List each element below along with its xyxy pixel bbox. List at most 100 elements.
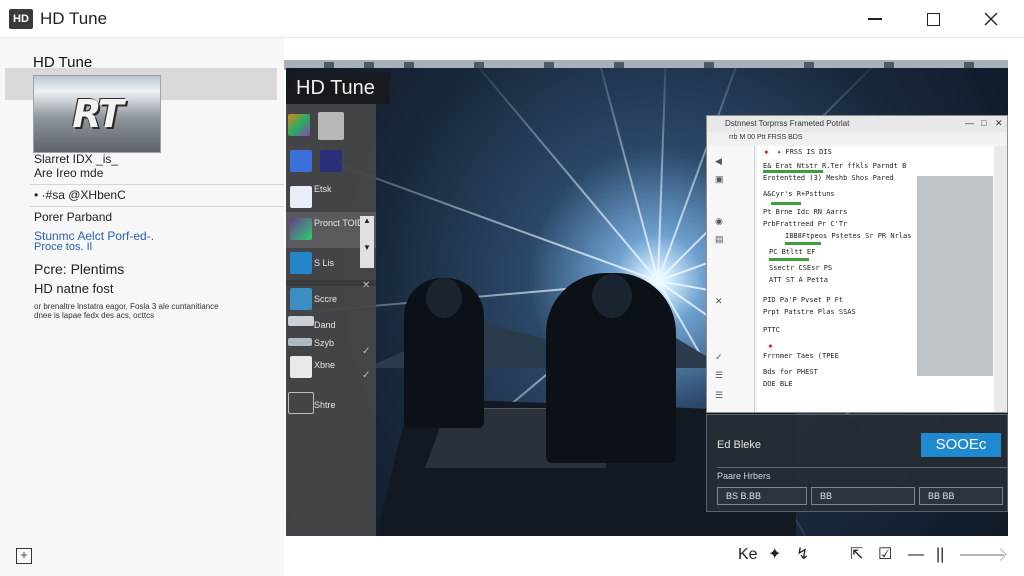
- maximize-icon[interactable]: □: [981, 118, 986, 128]
- arrow-icon[interactable]: ◀: [715, 156, 722, 167]
- divider: [30, 184, 284, 185]
- panel-field[interactable]: BS B.BB: [717, 487, 807, 505]
- close-icon[interactable]: ✕: [715, 296, 723, 307]
- code-line: ATT ST A Petta: [769, 276, 829, 284]
- check-icon: ✓: [362, 346, 371, 357]
- code-line: ✦ FRSS IS DIS: [777, 148, 832, 156]
- progress-bar: [771, 202, 801, 205]
- palette-icon: [290, 288, 312, 310]
- close-icon[interactable]: ✕: [362, 280, 370, 291]
- info-line: Are Ireo mde: [34, 166, 104, 180]
- tool-palette: Etsk Pronct TOID S Lis Sccre Dand Szyb X…: [286, 104, 376, 536]
- app-logo: RT: [33, 75, 161, 153]
- description-text: or brenaltre lnstatra eagor, Fosla 3 ale…: [34, 302, 219, 320]
- sparkle-icon[interactable]: ✦: [768, 545, 781, 565]
- palette-icon: [290, 150, 312, 172]
- palette-label: S Lis: [314, 258, 335, 268]
- info-line: Porer Parband: [34, 210, 113, 224]
- folder-icon[interactable]: ▤: [715, 234, 724, 245]
- title-bar: HD HD Tune: [0, 0, 1024, 38]
- logo-text: RT: [72, 92, 124, 136]
- palette-icon: [288, 114, 310, 136]
- code-line: PC Btltt EF: [769, 248, 816, 256]
- inner-scrollbar[interactable]: [995, 146, 1007, 412]
- progress-bar: [763, 170, 823, 173]
- close-icon[interactable]: ✕: [995, 118, 1003, 129]
- inner-preview-panel: [917, 176, 993, 376]
- close-icon: [984, 12, 998, 26]
- palette-icon: [290, 252, 312, 274]
- forward-arrow-icon[interactable]: [960, 554, 1004, 556]
- palette-icon: [290, 186, 312, 208]
- app-icon: HD: [9, 9, 33, 29]
- minimize-icon[interactable]: —: [965, 118, 974, 128]
- palette-label: Xbne: [314, 360, 336, 370]
- progress-bar: [785, 242, 821, 245]
- minimize-button[interactable]: [846, 0, 904, 38]
- check-icon: ✓: [362, 370, 371, 381]
- info-line: Slarret IDX _is_: [34, 152, 119, 166]
- list-icon[interactable]: ☰: [715, 390, 723, 401]
- maximize-icon: [926, 12, 940, 26]
- progress-bar: [769, 258, 809, 261]
- list-icon[interactable]: ☰: [715, 370, 723, 381]
- inner-menu-bar[interactable]: rrb M 00 Ptt FRSS BDS: [707, 132, 1007, 144]
- inner-sidebar: ◀ ▣ ◉ ▤ ✕ ✓ ☰ ☰: [707, 146, 755, 412]
- palette-label: Szyb: [314, 338, 335, 348]
- tool-icon[interactable]: Ke: [738, 545, 758, 565]
- minimize-icon: [868, 18, 882, 20]
- palette-label: Dand: [314, 320, 336, 330]
- check-icon[interactable]: ✓: [715, 352, 723, 363]
- scene-title: HD Tune: [288, 72, 390, 104]
- bolt-icon[interactable]: ↯: [796, 545, 809, 565]
- inner-window: Dstnnest Torprrss Frameted Potrlat — □ ✕…: [706, 115, 1008, 413]
- palette-scrollbar[interactable]: ▲ ▼: [360, 216, 374, 268]
- palette-icon: [288, 392, 314, 414]
- info-line: • ·#sa @XHbenC: [34, 188, 126, 202]
- code-line: Frrnmer Taes (TPEE: [763, 352, 839, 360]
- action-panel: Ed Bleke SOOEc Paare Hrbers BS B.BB BB B…: [706, 414, 1008, 512]
- folder-icon[interactable]: ▣: [715, 174, 724, 185]
- inner-window-title: Dstnnest Torprrss Frameted Potrlat: [707, 116, 1007, 132]
- palette-label: Sccre: [314, 294, 338, 304]
- primary-button[interactable]: SOOEc: [921, 433, 1001, 457]
- window-title: HD Tune: [40, 9, 108, 28]
- info-link[interactable]: Proce tos. Il: [34, 241, 92, 253]
- palette-icon: [320, 150, 342, 172]
- palette-icon: [288, 338, 312, 346]
- palette-icon: [318, 112, 344, 140]
- checkbox-icon[interactable]: ☑: [878, 545, 892, 565]
- close-button[interactable]: [962, 0, 1020, 38]
- code-line: Prpt Patstre Plas SSAS: [763, 308, 856, 316]
- add-icon[interactable]: +: [16, 548, 32, 564]
- palette-icon: [290, 356, 312, 378]
- line-icon[interactable]: —: [908, 545, 924, 565]
- code-line: PrbFrattreed Pr C'Tr: [763, 220, 848, 228]
- palette-item[interactable]: [286, 110, 376, 146]
- maximize-button[interactable]: [904, 0, 962, 38]
- section-title: Pcre: Plentims: [34, 261, 125, 277]
- code-line: Erotentted (3) Meshb Shos Pared: [763, 174, 894, 182]
- palette-item[interactable]: Shtre: [286, 388, 376, 424]
- panel-field[interactable]: BB BB: [919, 487, 1003, 505]
- code-line: PTTC: [763, 326, 780, 334]
- code-line: PID Pa'P Pvset P Ft: [763, 296, 844, 304]
- globe-icon[interactable]: ◉: [715, 216, 723, 227]
- panel-label: Ed Bleke: [717, 439, 762, 451]
- code-line: Bds for PHEST: [763, 368, 818, 376]
- palette-label: Etsk: [314, 184, 332, 194]
- pause-icon[interactable]: ||: [936, 545, 944, 565]
- export-icon[interactable]: ⇱: [850, 545, 863, 565]
- section-subtitle: HD natne fost: [34, 281, 114, 296]
- code-line: Ssectr CSEsr PS: [769, 264, 833, 272]
- panel-subheading: Paare Hrbers: [717, 467, 1007, 483]
- sidebar-heading: HD Tune: [33, 54, 93, 71]
- palette-label: Shtre: [314, 400, 336, 410]
- divider: [30, 206, 284, 207]
- code-line: DOE BLE: [763, 380, 793, 388]
- code-line: A&Cyr's R+Psttuns: [763, 190, 835, 198]
- sidebar: HD Tune RT Slarret IDX _is_ Are Ireo mde…: [0, 38, 284, 576]
- panel-field[interactable]: BB: [811, 487, 915, 505]
- palette-item[interactable]: [286, 146, 376, 182]
- palette-icon: [288, 316, 314, 326]
